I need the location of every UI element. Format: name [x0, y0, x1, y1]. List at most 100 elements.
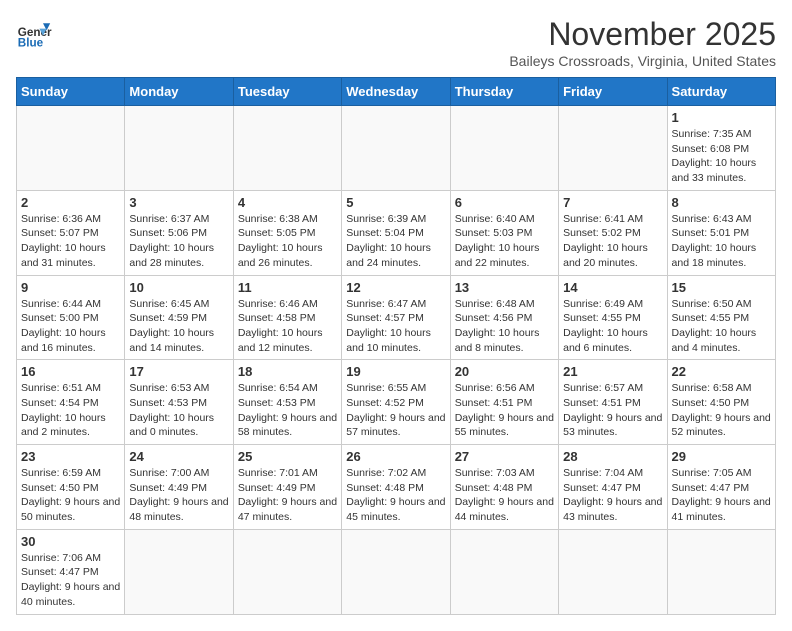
header-row: SundayMondayTuesdayWednesdayThursdayFrid… [17, 78, 776, 106]
day-cell: 30Sunrise: 7:06 AM Sunset: 4:47 PM Dayli… [17, 529, 125, 614]
day-cell: 4Sunrise: 6:38 AM Sunset: 5:05 PM Daylig… [233, 190, 341, 275]
day-info: Sunrise: 6:40 AM Sunset: 5:03 PM Dayligh… [455, 212, 554, 271]
week-row-3: 9 Sunrise: 6:44 AM Sunset: 5:00 PM Daylig… [17, 275, 776, 360]
day-number: 4 [238, 195, 337, 210]
day-cell [559, 106, 667, 191]
day-cell: 18Sunrise: 6:54 AM Sunset: 4:53 PM Dayli… [233, 360, 341, 445]
day-number: 5 [346, 195, 445, 210]
day-number: 19 [346, 364, 445, 379]
day-cell: 12 Sunrise: 6:47 AM Sunset: 4:57 PM Dayli… [342, 275, 450, 360]
day-number: 2 [21, 195, 120, 210]
day-cell: 2Sunrise: 6:36 AM Sunset: 5:07 PM Daylig… [17, 190, 125, 275]
day-cell: 17 Sunrise: 6:53 AM Sunset: 4:53 PM Dayli… [125, 360, 233, 445]
day-cell: 3 Sunrise: 6:37 AM Sunset: 5:06 PM Daylig… [125, 190, 233, 275]
day-cell: 29 Sunrise: 7:05 AM Sunset: 4:47 PM Dayli… [667, 445, 775, 530]
day-number: 6 [455, 195, 554, 210]
day-cell: 6 Sunrise: 6:40 AM Sunset: 5:03 PM Daylig… [450, 190, 558, 275]
day-info: Sunrise: 6:59 AM Sunset: 4:50 PM Dayligh… [21, 466, 120, 525]
day-number: 14 [563, 280, 662, 295]
week-row-4: 16 Sunrise: 6:51 AM Sunset: 4:54 PM Dayli… [17, 360, 776, 445]
day-info: Sunrise: 6:53 AM Sunset: 4:53 PM Dayligh… [129, 381, 228, 440]
day-info: Sunrise: 6:37 AM Sunset: 5:06 PM Dayligh… [129, 212, 228, 271]
day-number: 20 [455, 364, 554, 379]
day-cell [450, 106, 558, 191]
day-number: 3 [129, 195, 228, 210]
day-info: Sunrise: 7:01 AM Sunset: 4:49 PM Dayligh… [238, 466, 337, 525]
day-number: 12 [346, 280, 445, 295]
day-info: Sunrise: 6:49 AM Sunset: 4:55 PM Dayligh… [563, 297, 662, 356]
day-number: 11 [238, 280, 337, 295]
day-header-friday: Friday [559, 78, 667, 106]
day-number: 21 [563, 364, 662, 379]
day-cell [559, 529, 667, 614]
day-cell: 13 Sunrise: 6:48 AM Sunset: 4:56 PM Dayli… [450, 275, 558, 360]
day-number: 28 [563, 449, 662, 464]
day-cell [125, 529, 233, 614]
day-cell [125, 106, 233, 191]
title-area: November 2025 Baileys Crossroads, Virgin… [509, 16, 776, 69]
day-number: 30 [21, 534, 120, 549]
day-info: Sunrise: 7:35 AM Sunset: 6:08 PM Dayligh… [672, 127, 771, 186]
day-header-tuesday: Tuesday [233, 78, 341, 106]
day-cell: 28Sunrise: 7:04 AM Sunset: 4:47 PM Dayli… [559, 445, 667, 530]
day-cell: 24Sunrise: 7:00 AM Sunset: 4:49 PM Dayli… [125, 445, 233, 530]
day-cell [667, 529, 775, 614]
day-info: Sunrise: 6:43 AM Sunset: 5:01 PM Dayligh… [672, 212, 771, 271]
day-number: 18 [238, 364, 337, 379]
day-info: Sunrise: 6:50 AM Sunset: 4:55 PM Dayligh… [672, 297, 771, 356]
day-cell: 21Sunrise: 6:57 AM Sunset: 4:51 PM Dayli… [559, 360, 667, 445]
day-number: 13 [455, 280, 554, 295]
subtitle: Baileys Crossroads, Virginia, United Sta… [509, 53, 776, 69]
day-header-sunday: Sunday [17, 78, 125, 106]
day-info: Sunrise: 6:48 AM Sunset: 4:56 PM Dayligh… [455, 297, 554, 356]
day-header-saturday: Saturday [667, 78, 775, 106]
day-cell [342, 529, 450, 614]
day-number: 10 [129, 280, 228, 295]
day-info: Sunrise: 6:55 AM Sunset: 4:52 PM Dayligh… [346, 381, 445, 440]
day-cell [233, 529, 341, 614]
day-number: 27 [455, 449, 554, 464]
day-info: Sunrise: 6:51 AM Sunset: 4:54 PM Dayligh… [21, 381, 120, 440]
day-info: Sunrise: 7:03 AM Sunset: 4:48 PM Dayligh… [455, 466, 554, 525]
day-cell [17, 106, 125, 191]
day-info: Sunrise: 6:45 AM Sunset: 4:59 PM Dayligh… [129, 297, 228, 356]
day-number: 16 [21, 364, 120, 379]
day-cell: 16 Sunrise: 6:51 AM Sunset: 4:54 PM Dayli… [17, 360, 125, 445]
day-cell: 15 Sunrise: 6:50 AM Sunset: 4:55 PM Dayli… [667, 275, 775, 360]
day-cell: 10 Sunrise: 6:45 AM Sunset: 4:59 PM Dayli… [125, 275, 233, 360]
logo: General Blue [16, 16, 52, 52]
day-number: 9 [21, 280, 120, 295]
day-number: 24 [129, 449, 228, 464]
day-number: 8 [672, 195, 771, 210]
day-header-monday: Monday [125, 78, 233, 106]
day-number: 17 [129, 364, 228, 379]
day-info: Sunrise: 7:02 AM Sunset: 4:48 PM Dayligh… [346, 466, 445, 525]
day-header-wednesday: Wednesday [342, 78, 450, 106]
day-info: Sunrise: 7:05 AM Sunset: 4:47 PM Dayligh… [672, 466, 771, 525]
day-info: Sunrise: 6:47 AM Sunset: 4:57 PM Dayligh… [346, 297, 445, 356]
day-number: 23 [21, 449, 120, 464]
day-cell [233, 106, 341, 191]
week-row-6: 30Sunrise: 7:06 AM Sunset: 4:47 PM Dayli… [17, 529, 776, 614]
logo-icon: General Blue [16, 16, 52, 52]
day-cell: 9 Sunrise: 6:44 AM Sunset: 5:00 PM Daylig… [17, 275, 125, 360]
day-info: Sunrise: 6:46 AM Sunset: 4:58 PM Dayligh… [238, 297, 337, 356]
day-cell: 20Sunrise: 6:56 AM Sunset: 4:51 PM Dayli… [450, 360, 558, 445]
day-number: 15 [672, 280, 771, 295]
day-header-thursday: Thursday [450, 78, 558, 106]
day-number: 1 [672, 110, 771, 125]
day-cell [450, 529, 558, 614]
day-cell: 25Sunrise: 7:01 AM Sunset: 4:49 PM Dayli… [233, 445, 341, 530]
day-cell: 19 Sunrise: 6:55 AM Sunset: 4:52 PM Dayli… [342, 360, 450, 445]
day-info: Sunrise: 6:44 AM Sunset: 5:00 PM Dayligh… [21, 297, 120, 356]
day-number: 22 [672, 364, 771, 379]
svg-text:Blue: Blue [18, 37, 44, 50]
week-row-2: 2Sunrise: 6:36 AM Sunset: 5:07 PM Daylig… [17, 190, 776, 275]
day-number: 7 [563, 195, 662, 210]
day-cell: 26Sunrise: 7:02 AM Sunset: 4:48 PM Dayli… [342, 445, 450, 530]
day-cell: 8 Sunrise: 6:43 AM Sunset: 5:01 PM Daylig… [667, 190, 775, 275]
day-number: 29 [672, 449, 771, 464]
day-cell: 5Sunrise: 6:39 AM Sunset: 5:04 PM Daylig… [342, 190, 450, 275]
day-info: Sunrise: 6:41 AM Sunset: 5:02 PM Dayligh… [563, 212, 662, 271]
day-cell: 1 Sunrise: 7:35 AM Sunset: 6:08 PM Daylig… [667, 106, 775, 191]
